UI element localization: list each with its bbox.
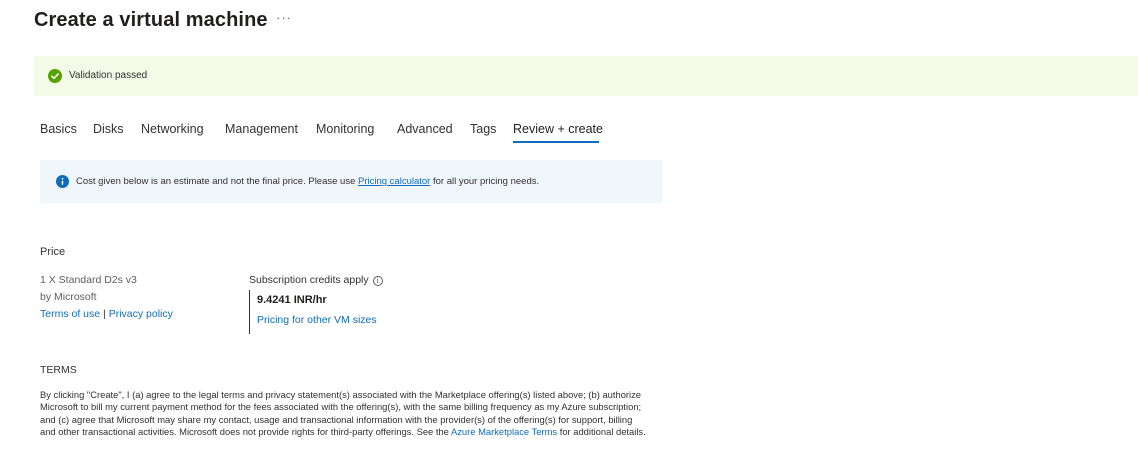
vm-size-label: 1 X Standard D2s v3 [40, 274, 137, 286]
more-options-button[interactable]: ··· [276, 10, 292, 25]
price-box: 9.4241 INR/hr Pricing for other VM sizes [249, 290, 377, 334]
azure-marketplace-terms-link[interactable]: Azure Marketplace Terms [451, 426, 557, 437]
tab-review-create[interactable]: Review + create [513, 122, 603, 136]
subscription-credits-label: Subscription credits apply [249, 274, 369, 286]
tab-advanced[interactable]: Advanced [397, 122, 453, 136]
validation-status-text: Validation passed [69, 70, 148, 81]
tab-management[interactable]: Management [225, 122, 298, 136]
tab-networking[interactable]: Networking [141, 122, 204, 136]
tab-disks[interactable]: Disks [93, 122, 124, 136]
subscription-credits: Subscription credits apply i [249, 274, 383, 286]
cost-info-text: Cost given below is an estimate and not … [76, 176, 539, 187]
offering-details: 1 X Standard D2s v3 by Microsoft Terms o… [40, 272, 173, 323]
tab-tags[interactable]: Tags [470, 122, 496, 136]
tab-basics[interactable]: Basics [40, 122, 77, 136]
terms-text-end: for additional details. [557, 425, 646, 437]
info-tooltip-icon[interactable]: i [372, 276, 383, 286]
cost-info-text-end: for all your pricing needs. [430, 176, 540, 187]
terms-of-use-link[interactable]: Terms of use [40, 308, 100, 320]
privacy-policy-link[interactable]: Privacy policy [109, 308, 173, 320]
validation-banner: Validation passed [34, 56, 1138, 96]
info-icon [56, 175, 69, 188]
hourly-rate: 9.4241 INR/hr [257, 294, 327, 306]
publisher-label: by Microsoft [40, 291, 97, 303]
page-title: Create a virtual machine [34, 9, 268, 31]
checkmark-circle-icon [48, 69, 62, 83]
terms-text: By clicking "Create", I (a) agree to the… [40, 389, 650, 438]
cost-info-text-start: Cost given below is an estimate and not … [76, 176, 358, 187]
offering-links: Terms of use | Privacy policy [40, 306, 173, 323]
pricing-other-vm-sizes-link[interactable]: Pricing for other VM sizes [257, 314, 377, 326]
link-separator: | [103, 308, 106, 320]
terms-section-title: TERMS [40, 364, 77, 376]
pricing-calculator-link[interactable]: Pricing calculator [358, 176, 430, 187]
price-section-title: Price [40, 246, 66, 258]
cost-info-bar: Cost given below is an estimate and not … [40, 160, 662, 203]
active-tab-indicator [513, 141, 599, 143]
tab-monitoring[interactable]: Monitoring [316, 122, 374, 136]
